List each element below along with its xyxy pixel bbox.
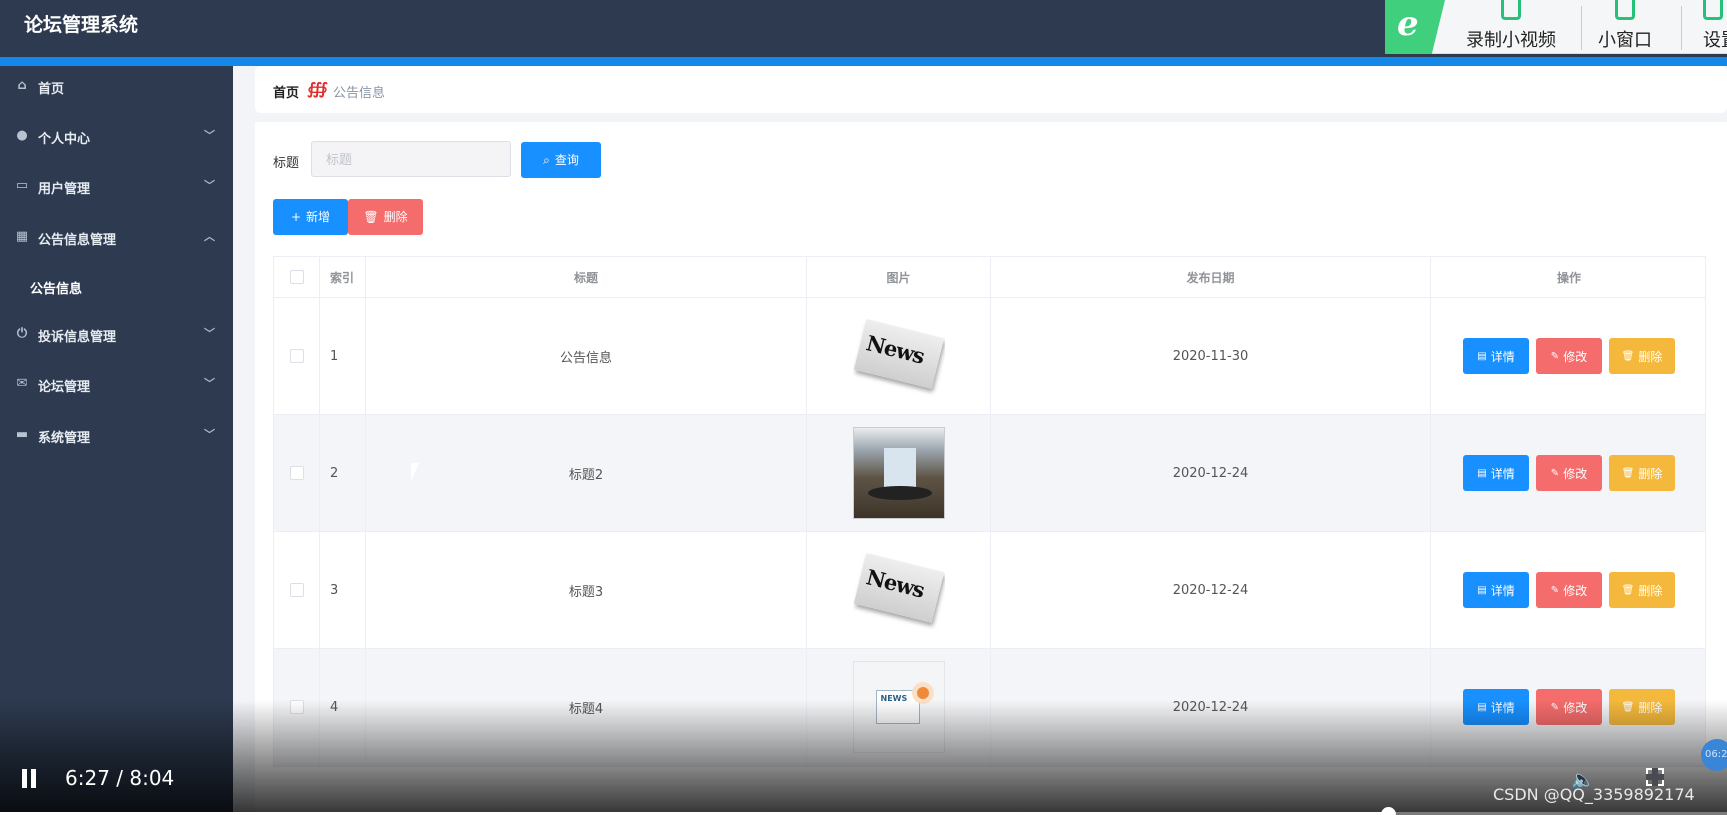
select-all-checkbox[interactable] [289,270,304,284]
browser-logo-icon: e [1385,0,1445,54]
monitor-icon: ▬ [15,427,29,442]
batch-delete-button[interactable]: 🗑 删除 [348,199,423,235]
watermark: CSDN @QQ_3359892174 [1493,785,1695,804]
add-button[interactable]: + 新增 [273,199,348,235]
pencil-icon: ✎ [1550,350,1560,362]
fullscreen-icon[interactable] [1646,768,1664,786]
row-title: 标题3 [366,532,807,648]
video-controls-overlay [0,700,1727,815]
header-index: 索引 [320,257,366,297]
row-title: 公告信息 [366,298,807,414]
query-button[interactable]: ⌕ 查询 [521,142,601,178]
recorder-toolbar: e 录制小视频 小窗口 设置 [1385,0,1727,54]
gear-icon [1703,0,1723,20]
chevron-down-icon: ﹀ [204,428,215,441]
sidebar-item-system[interactable]: ▬ 系统管理 ﹀ [0,415,233,455]
power-icon: ⏻ [16,326,28,341]
row-title: 标题2 [366,415,807,531]
meeting-room-image [852,427,945,519]
video-time-chip: 06:2 [1701,739,1727,771]
sidebar-item-forum[interactable]: ✉ 论坛管理 ﹀ [0,364,233,404]
row-date: 2020-12-24 [991,532,1431,648]
chevron-down-icon: ﹀ [204,377,215,390]
chevron-down-icon: ﹀ [204,327,215,340]
table-row: 3 标题3 News 2020-12-24 ▤ 详情 ✎ 修改 🗑 删除 [274,532,1705,649]
edit-button[interactable]: ✎修改 [1536,455,1602,491]
row-checkbox[interactable] [289,466,304,480]
trash-icon: 🗑 [1621,584,1635,596]
delete-button[interactable]: 🗑删除 [1609,455,1675,491]
row-index: 2 [320,415,366,531]
record-icon [1501,0,1521,20]
recorder-divider [1581,6,1582,50]
document-icon: ▤ [1477,350,1487,362]
table-header: 索引 标题 图片 发布日期 操作 [274,257,1705,298]
pause-icon[interactable] [20,769,38,788]
mail-icon: ✉ [16,376,28,391]
header-image: 图片 [807,257,991,297]
sidebar-subitem-announcement-info[interactable]: 公告信息 [0,266,233,306]
table-row: 1 公告信息 News 2020-11-30 ▤ 详情 ✎ 修改 🗑 删除 [274,298,1705,415]
sidebar-item-complaints[interactable]: ⏻ 投诉信息管理 ﹀ [0,314,233,354]
table-row: 2 标题2 2020-12-24 ▤ 详情 ✎ 修改 🗑 删除 [274,415,1705,532]
breadcrumb: 首页 ∰ 公告信息 [255,66,1727,113]
header-title: 标题 [366,257,807,297]
delete-button[interactable]: 🗑删除 [1609,338,1675,374]
trash-icon: 🗑 [1621,467,1635,479]
sidebar-item-home[interactable]: ⌂ 首页 [0,66,233,106]
delete-button[interactable]: 🗑删除 [1609,572,1675,608]
news-image: News [852,310,945,402]
row-date: 2020-11-30 [991,298,1431,414]
chevron-down-icon: ﹀ [204,179,215,192]
edit-button[interactable]: ✎修改 [1536,572,1602,608]
header-accent-bar [0,57,1727,66]
search-label: 标题 [273,156,300,171]
breadcrumb-separator-icon: ∰ [307,79,328,98]
pencil-icon: ✎ [1550,467,1560,479]
document-icon: ▤ [1477,584,1487,596]
settings-button[interactable]: 设置 [1703,0,1727,54]
video-progress-knob[interactable] [1381,807,1396,815]
app-title: 论坛管理系统 [24,14,139,36]
detail-button[interactable]: ▤详情 [1463,338,1529,374]
trash-icon: 🗑 [1621,350,1635,362]
news-image: News [852,544,945,636]
breadcrumb-current: 公告信息 [333,86,386,101]
search-icon: ⌕ [543,153,550,167]
document-icon: ▤ [1477,467,1487,479]
row-index: 3 [320,532,366,648]
mini-window-button[interactable]: 小窗口 [1595,0,1655,54]
pencil-icon: ✎ [1550,584,1560,596]
chat-icon: ▭ [15,178,29,193]
sidebar-item-users[interactable]: ▭ 用户管理 ﹀ [0,166,233,206]
grid-icon: ▦ [15,229,29,244]
chevron-up-icon: ︿ [204,230,215,243]
detail-button[interactable]: ▤详情 [1463,572,1529,608]
trash-icon: 🗑 [363,210,379,224]
plus-icon: + [290,210,302,224]
row-checkbox[interactable] [289,349,304,363]
sidebar-item-profile[interactable]: ● 个人中心 ﹀ [0,116,233,156]
chevron-down-icon: ﹀ [204,129,215,142]
row-index: 1 [320,298,366,414]
search-input[interactable] [311,141,511,177]
row-date: 2020-12-24 [991,415,1431,531]
record-video-button[interactable]: 录制小视频 [1461,0,1561,54]
window-icon [1615,0,1635,20]
row-checkbox[interactable] [289,583,304,597]
recorder-divider [1681,6,1682,50]
detail-button[interactable]: ▤详情 [1463,455,1529,491]
video-time: 6:27 / 8:04 [65,766,175,790]
user-icon: ● [16,128,28,143]
home-icon: ⌂ [17,78,27,93]
sidebar-item-announcements[interactable]: ▦ 公告信息管理 ︿ [0,217,233,257]
header-date: 发布日期 [991,257,1431,297]
breadcrumb-home[interactable]: 首页 [273,82,299,101]
edit-button[interactable]: ✎修改 [1536,338,1602,374]
announcement-table: 索引 标题 图片 发布日期 操作 1 公告信息 News 2020-11-30 … [273,256,1706,767]
header-ops: 操作 [1556,270,1581,285]
